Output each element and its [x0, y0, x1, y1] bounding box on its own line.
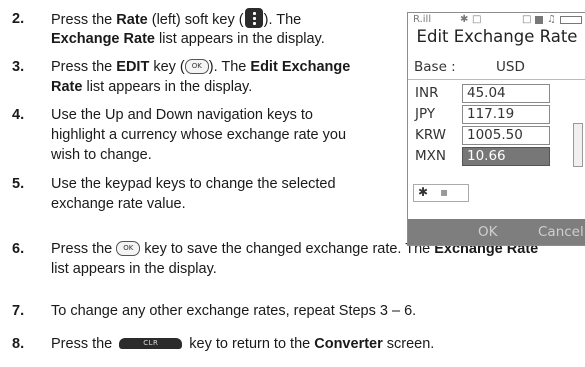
cancel-softkey[interactable]: Cancel — [538, 224, 584, 240]
step-6: 6. Press the OK key to save the changed … — [12, 240, 582, 280]
converter-keyword: Converter — [314, 336, 383, 352]
scrollbar[interactable] — [573, 123, 583, 167]
edit-keyword: EDIT — [116, 59, 150, 75]
bluetooth-icon: ✱ — [460, 14, 469, 25]
step-8: 8. Press the CLR key to return to the Co… — [12, 335, 582, 355]
rate-field-inr[interactable]: 45.04 — [462, 84, 550, 103]
step-text: key to return to the — [185, 336, 315, 352]
screen-title: Edit Exchange Rate — [416, 27, 578, 46]
step-text: To change any other exchange rates, repe… — [51, 303, 417, 319]
step-text: Press the — [51, 59, 117, 75]
step-text: screen. — [382, 336, 435, 352]
ok-key-icon: OK — [116, 240, 141, 256]
edit-exchange-keyword: Edit Exchange — [250, 59, 351, 75]
step-text: key to save the changed exchange rate. T… — [140, 241, 435, 257]
step-3: 3. Press the EDIT key (OK). The Edit Exc… — [12, 58, 402, 98]
step-text: ). The — [263, 11, 302, 28]
step-5: 5. Use the keypad keys to change the sel… — [12, 175, 402, 215]
step-number: 6. — [12, 241, 25, 257]
ok-softkey[interactable]: OK — [478, 224, 497, 240]
step-number: 7. — [12, 303, 25, 319]
step-text: Press the — [51, 11, 117, 28]
base-currency: USD — [496, 59, 525, 75]
clr-key-icon: CLR — [119, 337, 183, 349]
battery-icon — [560, 16, 582, 24]
currency-code-mxn: MXN — [415, 148, 446, 164]
base-label: Base : — [414, 59, 456, 75]
rate-field-mxn[interactable]: 10.66 — [462, 147, 550, 166]
step-text: Use the keypad keys to change the select… — [51, 176, 336, 192]
step-number: 3. — [12, 59, 25, 75]
step-text: key ( — [149, 59, 185, 75]
step-text: ). The — [208, 59, 251, 75]
lock-icon: □ — [522, 14, 532, 25]
step-2: 2. Press the Rate (left) soft key ( ). Th… — [12, 8, 397, 50]
step-text: exchange rate value. — [51, 196, 186, 212]
memory-card-icon — [535, 16, 543, 24]
step-text: list appears in the display. — [154, 31, 325, 47]
rate-field-jpy[interactable]: 117.19 — [462, 105, 550, 124]
speaker-icon: ♫ — [547, 14, 556, 25]
currency-code-krw: KRW — [415, 127, 447, 143]
exchange-rate-keyword: Exchange Rate — [51, 31, 155, 47]
step-text: (left) soft key ( — [147, 11, 244, 28]
divider — [408, 79, 585, 80]
message-icon: □ — [472, 14, 482, 25]
input-mode-indicator: ✱ ▪ — [413, 184, 469, 202]
step-text: highlight a currency whose exchange rate… — [51, 127, 347, 143]
step-text: list appears in the display. — [82, 79, 253, 95]
step-4: 4. Use the Up and Down navigation keys t… — [12, 106, 402, 166]
step-number: 8. — [12, 336, 25, 352]
step-text: Press the — [51, 241, 117, 257]
phone-screen: R.ill ✱ □ □ ♫ Edit Exchange Rate Base : … — [407, 12, 585, 246]
step-text: Use the Up and Down navigation keys to — [51, 107, 313, 123]
rate-field-krw[interactable]: 1005.50 — [462, 126, 550, 145]
rate-keyword: Rate — [116, 11, 148, 28]
step-number: 2. — [12, 11, 25, 27]
rate-keyword: Rate — [51, 79, 83, 95]
ok-key-icon: OK — [184, 58, 209, 74]
soft-key-bar: OK Cancel — [408, 219, 585, 245]
step-text: list appears in the display. — [51, 261, 217, 277]
step-7: 7. To change any other exchange rates, r… — [12, 302, 582, 322]
currency-code-jpy: JPY — [415, 106, 436, 122]
text-mode-icon: ▪ — [440, 185, 449, 199]
signal-strength-text: R.ill — [413, 14, 432, 25]
step-number: 4. — [12, 107, 25, 123]
step-number: 5. — [12, 176, 25, 192]
step-text: Press the — [51, 336, 117, 352]
currency-code-inr: INR — [415, 85, 439, 101]
step-text: wish to change. — [51, 147, 152, 163]
symbol-mode-icon: ✱ — [418, 185, 429, 199]
soft-key-icon — [244, 8, 263, 28]
